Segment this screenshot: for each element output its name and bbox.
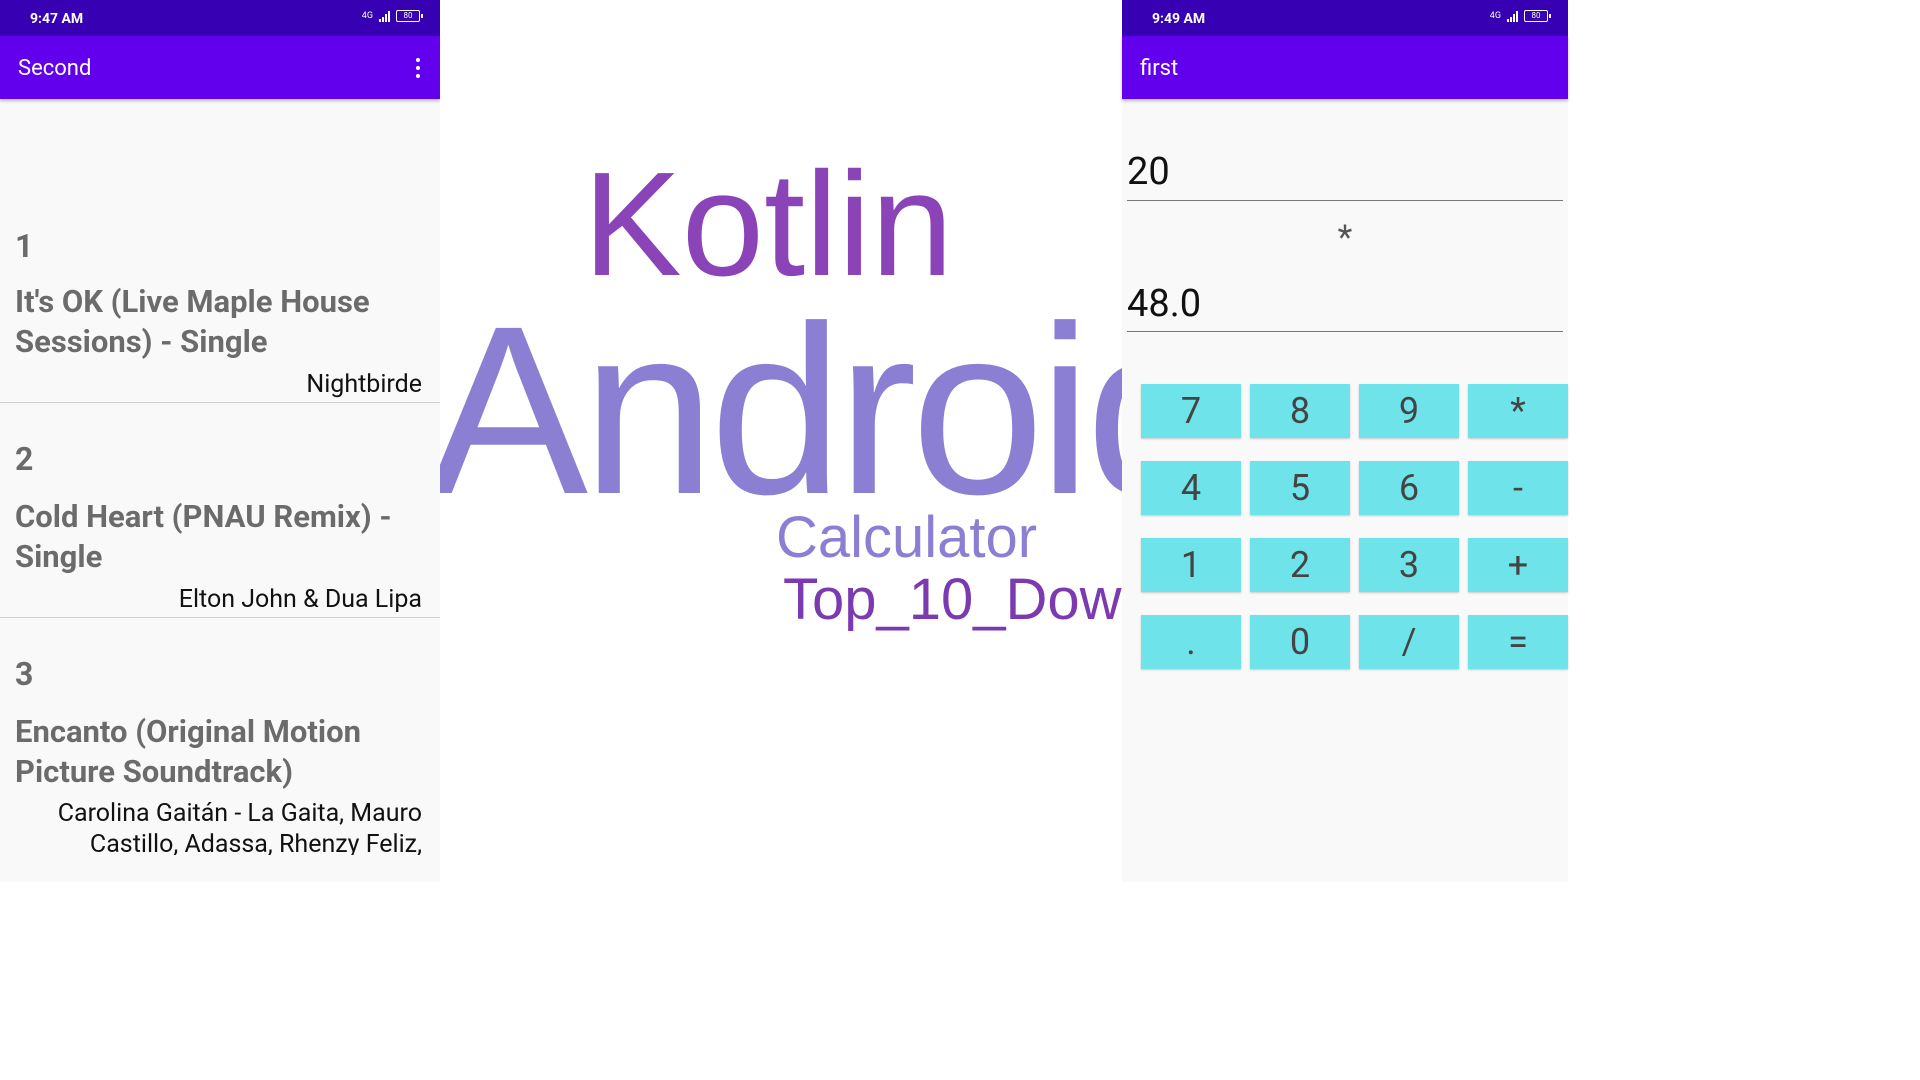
song-list[interactable]: 1 It's OK (Live Maple House Sessions) - … <box>0 99 440 855</box>
key-6[interactable]: 6 <box>1359 461 1459 515</box>
overflow-menu-icon[interactable] <box>416 58 420 78</box>
key-3[interactable]: 3 <box>1359 538 1459 592</box>
key-8[interactable]: 8 <box>1250 384 1350 438</box>
key-multiply[interactable]: * <box>1468 384 1568 438</box>
word-calculator: Calculator <box>776 505 1038 570</box>
signal-icon <box>379 10 390 22</box>
first-number-field[interactable]: 20 <box>1127 150 1563 201</box>
song-rank: 2 <box>15 440 34 478</box>
page-title: first <box>1140 56 1179 81</box>
key-4[interactable]: 4 <box>1141 461 1241 515</box>
song-artist: Carolina Gaitán - La Gaita, Mauro Castil… <box>57 799 422 855</box>
key-divide[interactable]: / <box>1359 615 1459 669</box>
list-item[interactable]: 1 It's OK (Live Maple House Sessions) - … <box>0 99 440 403</box>
key-decimal[interactable]: . <box>1141 615 1241 669</box>
song-name: Encanto (Original Motion Picture Soundtr… <box>15 713 361 790</box>
second-screen: 9:47 AM 4G 80 Second 1 It's OK (Live Map… <box>0 0 440 882</box>
word-cloud-image: Kotlin Android Calculator Top_10_Downloa… <box>440 0 1122 882</box>
key-5[interactable]: 5 <box>1250 461 1350 515</box>
song-rank: 1 <box>15 227 34 265</box>
status-time: 9:47 AM <box>30 11 84 27</box>
song-name: Cold Heart (PNAU Remix) - Single <box>15 498 392 575</box>
network-label: 4G <box>1489 11 1501 21</box>
key-plus[interactable]: + <box>1468 538 1568 592</box>
result-field[interactable]: 48.0 <box>1127 282 1563 332</box>
key-7[interactable]: 7 <box>1141 384 1241 438</box>
song-artist: Elton John & Dua Lipa <box>178 585 422 614</box>
app-bar: Second <box>0 36 440 99</box>
network-label: 4G <box>361 11 373 21</box>
key-0[interactable]: 0 <box>1250 615 1350 669</box>
key-minus[interactable]: - <box>1468 461 1568 515</box>
song-artist: Nightbirde <box>306 370 422 399</box>
status-bar: 9:47 AM 4G 80 <box>0 0 440 36</box>
song-rank: 3 <box>15 655 34 693</box>
key-1[interactable]: 1 <box>1141 538 1241 592</box>
key-equals[interactable]: = <box>1468 615 1568 669</box>
signal-icon <box>1507 10 1518 22</box>
status-time: 9:49 AM <box>1152 11 1206 27</box>
key-9[interactable]: 9 <box>1359 384 1459 438</box>
app-bar: first <box>1122 36 1568 99</box>
song-name: It's OK (Live Maple House Sessions) - Si… <box>15 283 370 360</box>
page-title: Second <box>18 56 92 81</box>
battery-icon: 80 <box>396 10 423 22</box>
first-screen: 9:49 AM 4G 80 first 20 * 48.0 7 8 9 * 4 … <box>1122 0 1568 882</box>
list-item[interactable]: 3 Encanto (Original Motion Picture Sound… <box>0 618 440 855</box>
word-top-10-downloads: Top_10_Downloads <box>783 567 1122 632</box>
list-item[interactable]: 2 Cold Heart (PNAU Remix) - Single Elton… <box>0 403 440 618</box>
key-2[interactable]: 2 <box>1250 538 1350 592</box>
status-icons: 4G 80 <box>361 10 423 22</box>
status-icons: 4G 80 <box>1489 10 1551 22</box>
battery-icon: 80 <box>1524 10 1551 22</box>
operator-label: * <box>1337 218 1353 258</box>
status-bar: 9:49 AM 4G 80 <box>1122 0 1568 36</box>
